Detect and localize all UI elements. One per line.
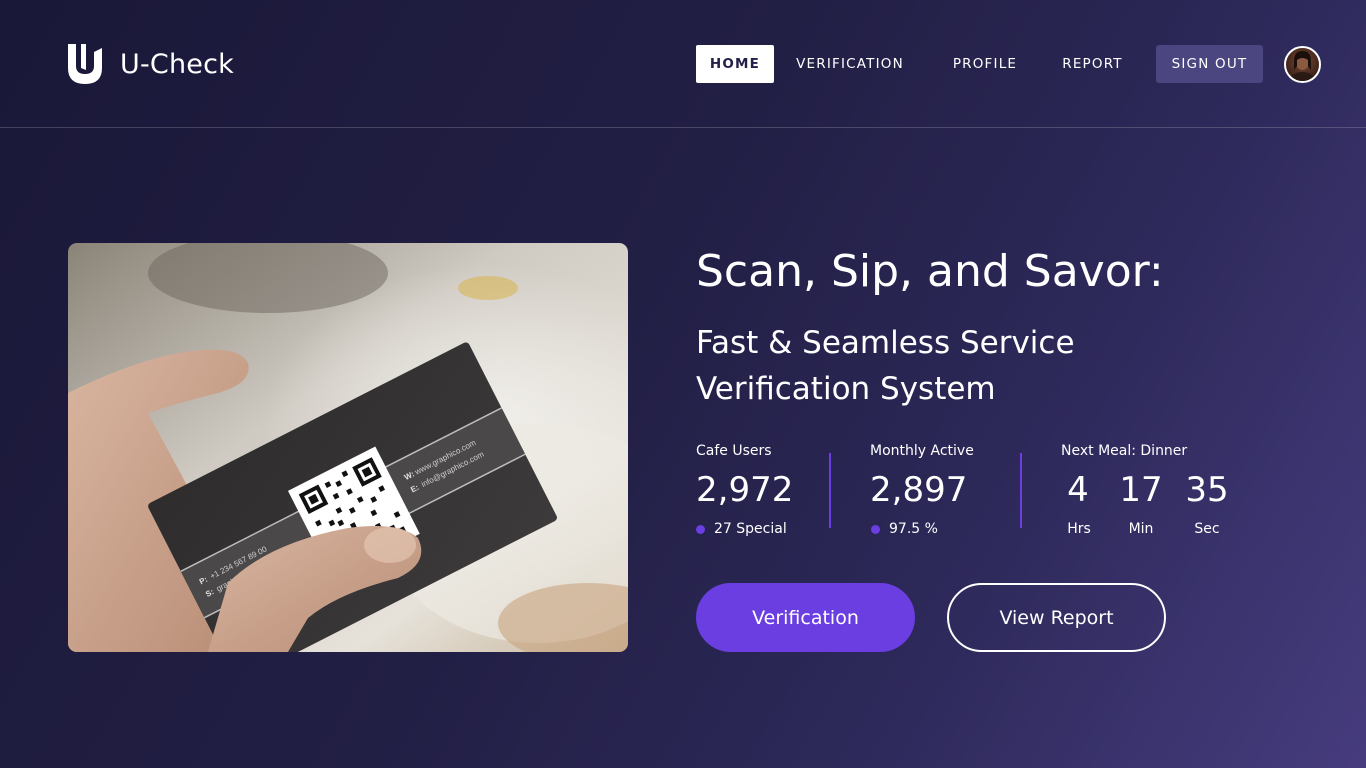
timer-hours: 4	[1067, 470, 1089, 510]
nav-verification[interactable]: VERIFICATION	[790, 45, 910, 83]
qr-business-card-photo: P: +1 234 567 89 00 S: graphicodesign W:…	[68, 243, 628, 652]
brand-name: U-Check	[120, 48, 234, 80]
brand-logo[interactable]: U-Check	[66, 44, 234, 84]
stat-divider	[1020, 453, 1022, 528]
hero-title: Scan, Sip, and Savor:	[696, 246, 1164, 297]
status-dot	[696, 524, 705, 534]
timer-minutes: 17	[1119, 470, 1163, 510]
hero-subtitle: Fast & Seamless Service Verification Sys…	[696, 320, 1075, 412]
monthly-active-percent: 97.5 %	[889, 521, 938, 537]
nav-report[interactable]: REPORT	[1056, 45, 1129, 83]
sign-out-button[interactable]: SIGN OUT	[1156, 45, 1263, 83]
next-meal-label: Next Meal: Dinner	[1061, 443, 1188, 459]
hero-subtitle-line1: Fast & Seamless Service	[696, 325, 1075, 361]
stat-divider	[829, 453, 831, 528]
cafe-users-special: 27 Special	[714, 521, 787, 537]
timer-minutes-unit: Min	[1128, 521, 1154, 537]
nav-profile[interactable]: PROFILE	[946, 45, 1024, 83]
cafe-users-sub: 27 Special	[696, 521, 787, 537]
user-avatar[interactable]	[1284, 46, 1321, 83]
monthly-active-label: Monthly Active	[870, 443, 974, 459]
u-logo-icon	[68, 44, 102, 84]
avatar-portrait	[1290, 51, 1315, 81]
cafe-users-label: Cafe Users	[696, 443, 772, 459]
hero-image: P: +1 234 567 89 00 S: graphicodesign W:…	[68, 243, 628, 652]
timer-hours-unit: Hrs	[1067, 521, 1091, 537]
status-dot	[871, 524, 880, 534]
timer-seconds-unit: Sec	[1194, 521, 1220, 537]
view-report-button[interactable]: View Report	[947, 583, 1166, 652]
monthly-active-value: 2,897	[870, 470, 968, 510]
verification-button[interactable]: Verification	[696, 583, 915, 652]
timer-seconds: 35	[1185, 470, 1229, 510]
hero-subtitle-line2: Verification System	[696, 371, 996, 407]
top-header: U-Check HOME VERIFICATION PROFILE REPORT…	[0, 0, 1366, 128]
monthly-active-sub: 97.5 %	[871, 521, 938, 537]
nav-home[interactable]: HOME	[696, 45, 774, 83]
cafe-users-value: 2,972	[696, 470, 794, 510]
